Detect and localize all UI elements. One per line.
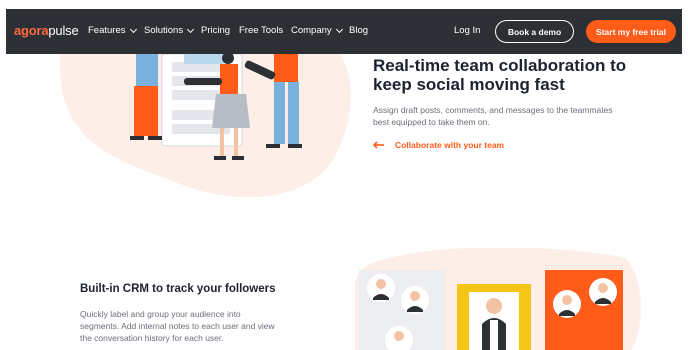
nav-item-label: Solutions	[144, 25, 184, 36]
crm-heading: Built-in CRM to track your followers	[80, 283, 276, 295]
nav-item-blog[interactable]: Blog	[349, 25, 368, 36]
nav-item-label: Blog	[349, 25, 369, 36]
start-trial-button[interactable]: Start my free trial	[586, 20, 676, 43]
nav-item-label: Company	[291, 25, 332, 36]
nav-item-solutions[interactable]: Solutions	[144, 25, 195, 36]
agorapulse-logo[interactable]: agorapulse	[14, 23, 79, 38]
arrow-left-icon	[373, 141, 384, 149]
collaboration-heading: Real-time team collaboration to keep soc…	[373, 56, 627, 94]
collaborate-link[interactable]: Collaborate with your team	[373, 140, 504, 150]
logo-text-pulse: pulse	[48, 23, 79, 38]
chevron-down-icon	[187, 25, 195, 33]
nav-item-label: Pricing	[201, 25, 231, 36]
nav-item-company[interactable]: Company	[291, 25, 343, 36]
collaborate-link-label: Collaborate with your team	[395, 140, 505, 150]
chevron-down-icon	[335, 25, 343, 33]
nav-item-pricing[interactable]: Pricing	[201, 25, 230, 36]
chevron-down-icon	[129, 25, 137, 33]
nav-item-features[interactable]: Features	[88, 25, 137, 36]
nav-item-free-tools[interactable]: Free Tools	[239, 25, 283, 36]
crm-illustration	[355, 248, 641, 350]
nav-item-label: Features	[88, 25, 126, 36]
book-demo-button[interactable]: Book a demo	[495, 20, 574, 43]
avatar	[367, 274, 395, 302]
logo-text-agora: agora	[14, 23, 49, 38]
crm-description: Quickly label and group your audience in…	[80, 309, 275, 343]
top-navbar: agorapulse Features Solutions Pricing Fr…	[6, 9, 682, 54]
nav-item-label: Free Tools	[239, 25, 284, 36]
login-link[interactable]: Log In	[454, 25, 480, 36]
collaboration-description: Assign draft posts, comments, and messag…	[373, 105, 613, 127]
team-collaboration-illustration	[60, 54, 351, 198]
